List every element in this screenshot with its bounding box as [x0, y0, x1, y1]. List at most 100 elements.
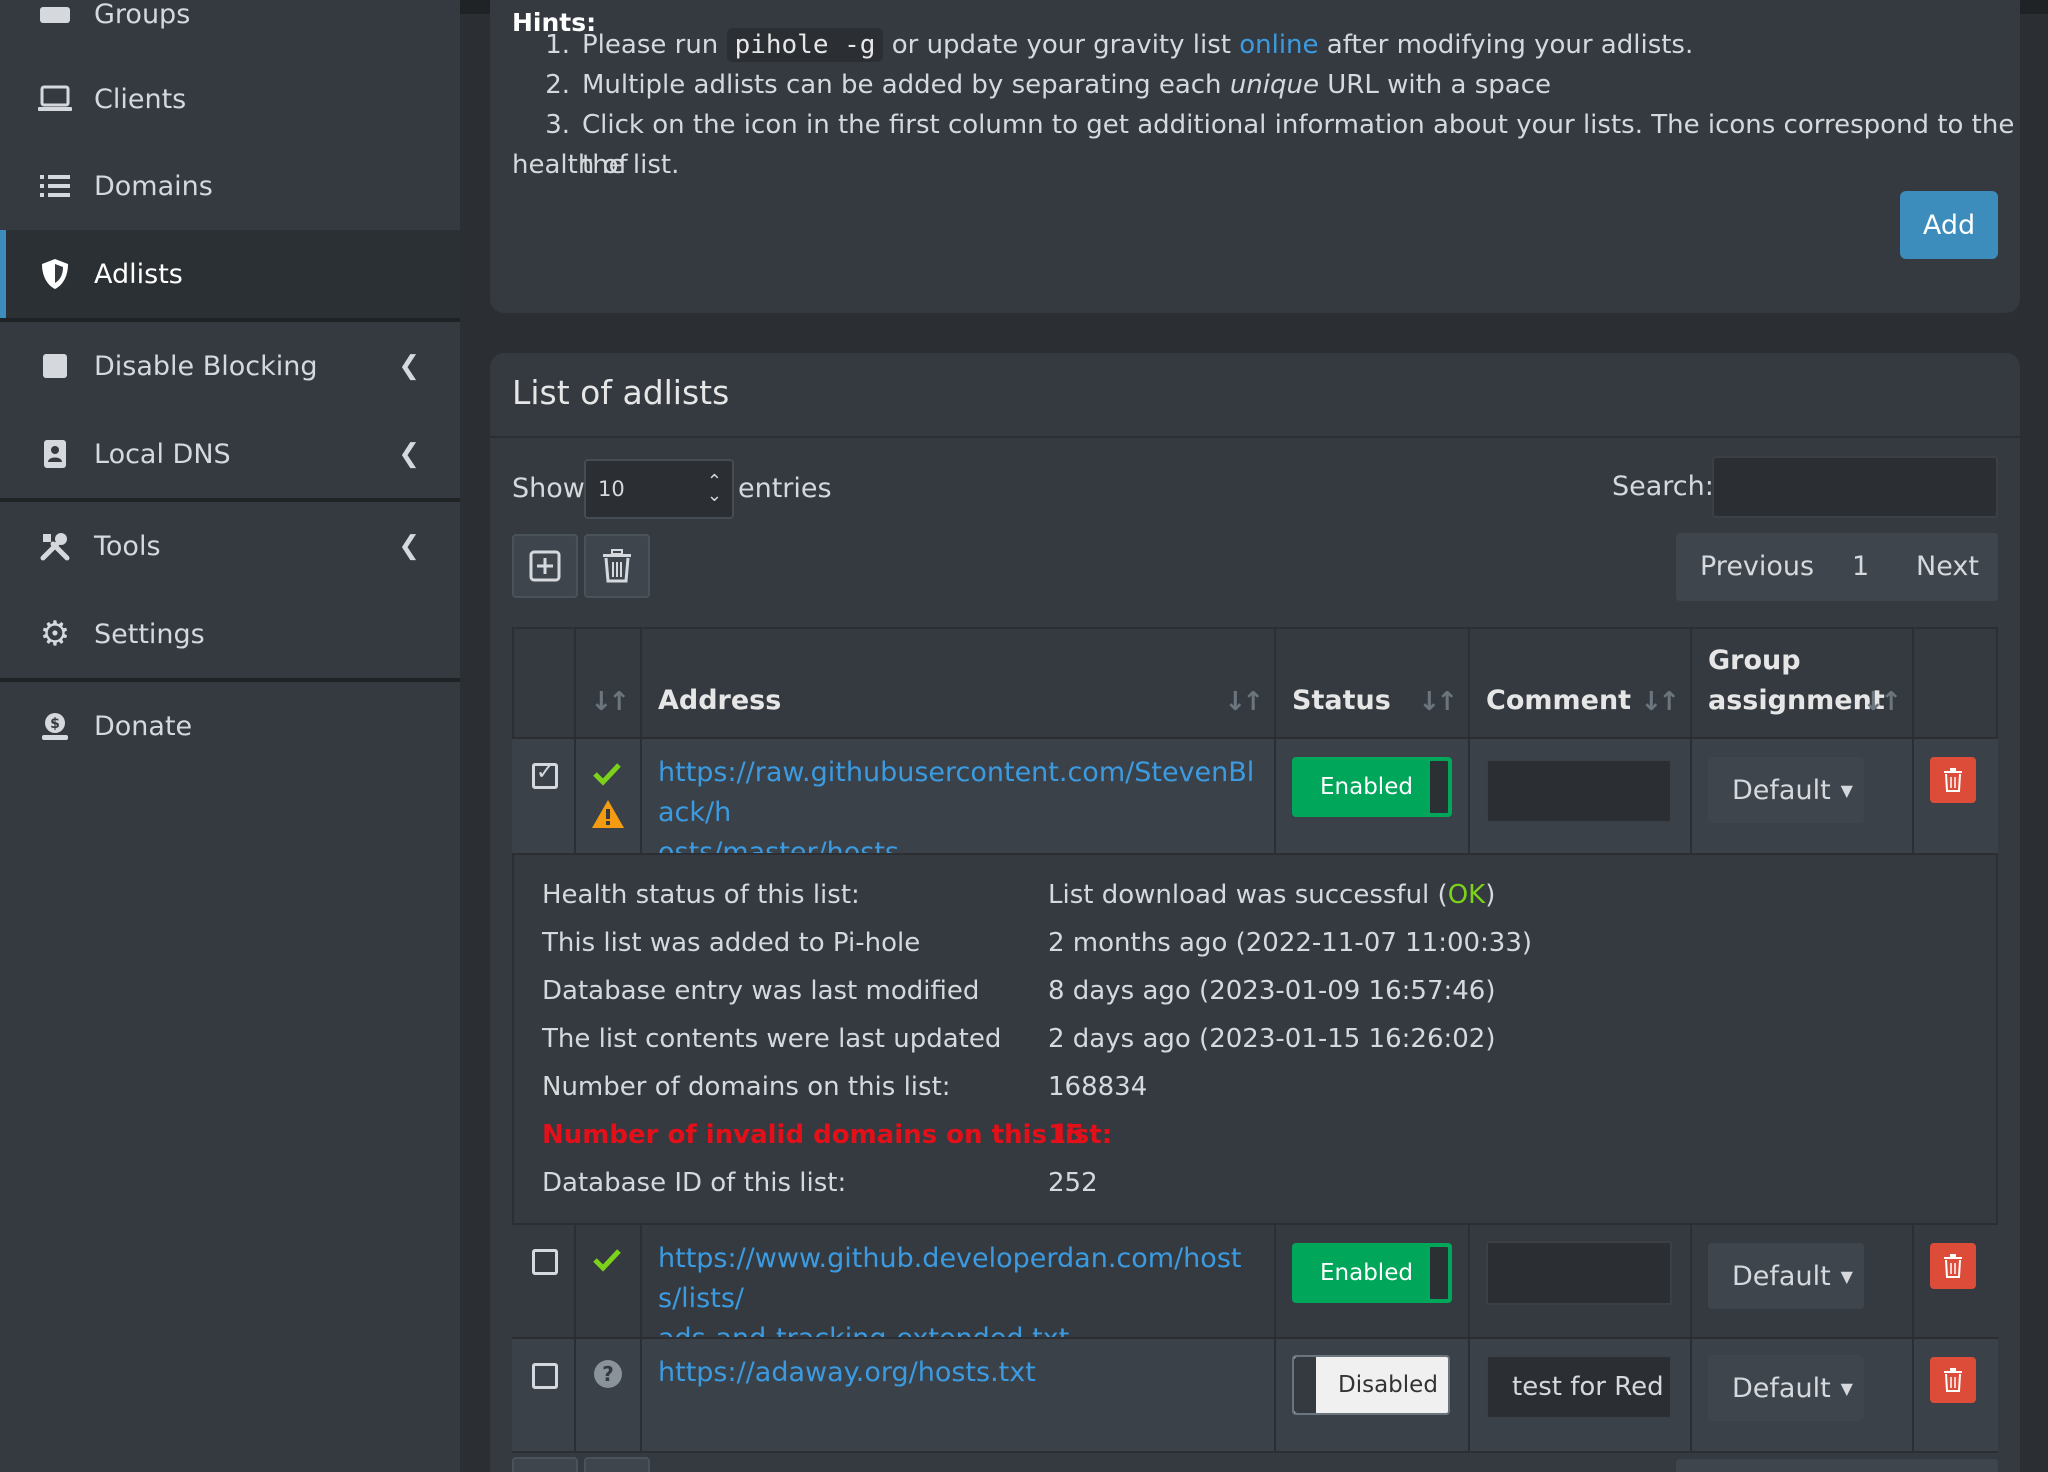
sidebar-item-settings[interactable]: ⚙ Settings — [0, 590, 460, 678]
sidebar-item-label: Donate — [94, 710, 193, 742]
column-header-group[interactable]: Group assignment ↓↑ — [1692, 627, 1914, 739]
donate-icon: $ — [38, 709, 72, 743]
row-checkbox[interactable] — [532, 1249, 558, 1275]
sort-icon: ↓↑ — [1862, 687, 1902, 717]
table-row: ? https://adaway.org/hosts.txt Disabled … — [512, 1339, 1998, 1451]
show-label: Show — [512, 473, 585, 504]
column-header-actions — [1914, 627, 1998, 739]
search-label: Search: — [1612, 471, 1714, 502]
table-row: https://www.github.developerdan.com/host… — [512, 1225, 1998, 1354]
sidebar: Groups Clients Domains Adlists Disable B… — [0, 0, 460, 1472]
table-row: https://raw.githubusercontent.com/Steven… — [512, 739, 1998, 868]
status-toggle[interactable]: Enabled — [1292, 1243, 1452, 1303]
status-toggle[interactable]: Enabled — [1292, 757, 1452, 817]
pagination-bottom — [1676, 1459, 1998, 1472]
sidebar-item-groups[interactable]: Groups — [0, 0, 460, 58]
chevron-left-icon: ❮ — [398, 439, 420, 469]
sidebar-item-domains[interactable]: Domains — [0, 142, 460, 230]
adlist-address-link[interactable]: https://adaway.org/hosts.txt — [658, 1353, 1258, 1393]
tools-icon — [38, 529, 72, 563]
sidebar-item-label: Clients — [94, 83, 187, 115]
trash-icon — [603, 549, 631, 583]
sidebar-item-label: Tools — [94, 530, 161, 562]
gear-icon: ⚙ — [39, 614, 71, 654]
trash-icon — [1944, 1368, 1962, 1392]
select-all-button-bottom[interactable] — [512, 1457, 578, 1472]
health-cell[interactable]: ? — [576, 1339, 642, 1451]
health-cell[interactable] — [576, 739, 642, 853]
sort-icon: ↓↑ — [1418, 687, 1458, 717]
sidebar-item-label: Local DNS — [94, 438, 231, 470]
entries-label: entries — [738, 473, 832, 504]
hint-item-1: 1. Please run pihole -g or update your gr… — [545, 28, 1694, 62]
warning-icon — [592, 800, 624, 828]
command-code: pihole -g — [726, 28, 884, 62]
delete-button[interactable] — [1930, 1243, 1976, 1289]
hint-item-3: 3. Click on the icon in the first column … — [512, 110, 2015, 180]
list-title: List of adlists — [512, 373, 730, 412]
add-button[interactable]: Add — [1900, 191, 1998, 259]
chevron-left-icon: ❮ — [398, 531, 420, 561]
delete-selected-button[interactable] — [584, 534, 650, 598]
group-dropdown[interactable]: Default ▼ — [1708, 757, 1864, 823]
hint-item-2: 2. Multiple adlists can be added by separ… — [545, 70, 1551, 100]
sidebar-item-donate[interactable]: $ Donate — [0, 682, 460, 770]
sidebar-item-disable-blocking[interactable]: Disable Blocking ❮ — [0, 322, 460, 410]
search-input[interactable] — [1712, 456, 1998, 518]
sidebar-item-tools[interactable]: Tools ❮ — [0, 502, 460, 590]
delete-button[interactable] — [1930, 1357, 1976, 1403]
add-adlist-box: Hints: 1. Please run pihole -g or update … — [490, 0, 2020, 313]
trash-icon — [1944, 768, 1962, 792]
select-all-button[interactable] — [512, 534, 578, 598]
question-circle-icon: ? — [594, 1360, 622, 1388]
sidebar-item-label: Groups — [94, 0, 191, 30]
users-icon — [38, 0, 72, 31]
check-icon — [593, 1249, 621, 1272]
sidebar-item-local-dns[interactable]: Local DNS ❮ — [0, 410, 460, 498]
page-1-button[interactable]: 1 — [1852, 551, 1869, 582]
previous-button[interactable]: Previous — [1700, 551, 1814, 582]
column-header-status[interactable]: Status ↓↑ — [1276, 627, 1470, 739]
plus-square-icon — [529, 550, 561, 582]
sort-icon: ↓↑ — [590, 687, 630, 717]
group-dropdown[interactable]: Default ▼ — [1708, 1355, 1864, 1421]
list-icon — [38, 169, 72, 203]
sidebar-item-adlists[interactable]: Adlists — [0, 230, 460, 318]
comment-input[interactable]: test for Red — [1486, 1355, 1672, 1419]
group-dropdown[interactable]: Default ▼ — [1708, 1243, 1864, 1309]
caret-down-icon: ▼ — [1840, 1378, 1853, 1398]
caret-down-icon: ▼ — [1840, 780, 1853, 800]
sort-icon: ↓↑ — [1640, 687, 1680, 717]
column-header-health[interactable]: ↓↑ — [576, 627, 642, 739]
sidebar-item-label: Domains — [94, 170, 213, 202]
status-toggle[interactable]: Disabled — [1292, 1355, 1450, 1415]
online-link[interactable]: online — [1239, 30, 1318, 60]
address-book-icon — [38, 437, 72, 471]
delete-selected-button-bottom[interactable] — [584, 1457, 650, 1472]
sidebar-item-clients[interactable]: Clients — [0, 55, 460, 143]
sidebar-item-label: Settings — [94, 618, 205, 650]
divider — [490, 436, 2020, 438]
health-cell[interactable] — [576, 1225, 642, 1337]
delete-button[interactable] — [1930, 757, 1976, 803]
next-button[interactable]: Next — [1916, 551, 1979, 582]
check-icon — [593, 763, 621, 786]
svg-text:$: $ — [50, 716, 60, 732]
comment-input[interactable] — [1486, 1241, 1672, 1305]
stop-icon — [38, 349, 72, 383]
sort-icon: ↓↑ — [1224, 687, 1264, 717]
adlists-box: List of adlists Show 10 ⌃ ⌄ entries Searc… — [490, 353, 2020, 1472]
list-details-panel: Health status of this list: List downloa… — [512, 855, 1998, 1223]
shield-icon — [38, 257, 72, 291]
laptop-icon — [38, 82, 72, 116]
comment-input[interactable] — [1486, 759, 1672, 823]
caret-down-icon: ▼ — [1840, 1266, 1853, 1286]
sidebar-item-label: Adlists — [94, 258, 183, 290]
sidebar-item-label: Disable Blocking — [94, 350, 318, 382]
row-checkbox[interactable] — [532, 760, 558, 789]
row-checkbox[interactable] — [532, 1363, 558, 1389]
column-header-address[interactable]: Address ↓↑ — [642, 627, 1276, 739]
select-arrows-icon: ⌃ ⌄ — [706, 471, 722, 506]
entries-select[interactable]: 10 ⌃ ⌄ — [584, 459, 734, 519]
column-header-comment[interactable]: Comment ↓↑ — [1470, 627, 1692, 739]
